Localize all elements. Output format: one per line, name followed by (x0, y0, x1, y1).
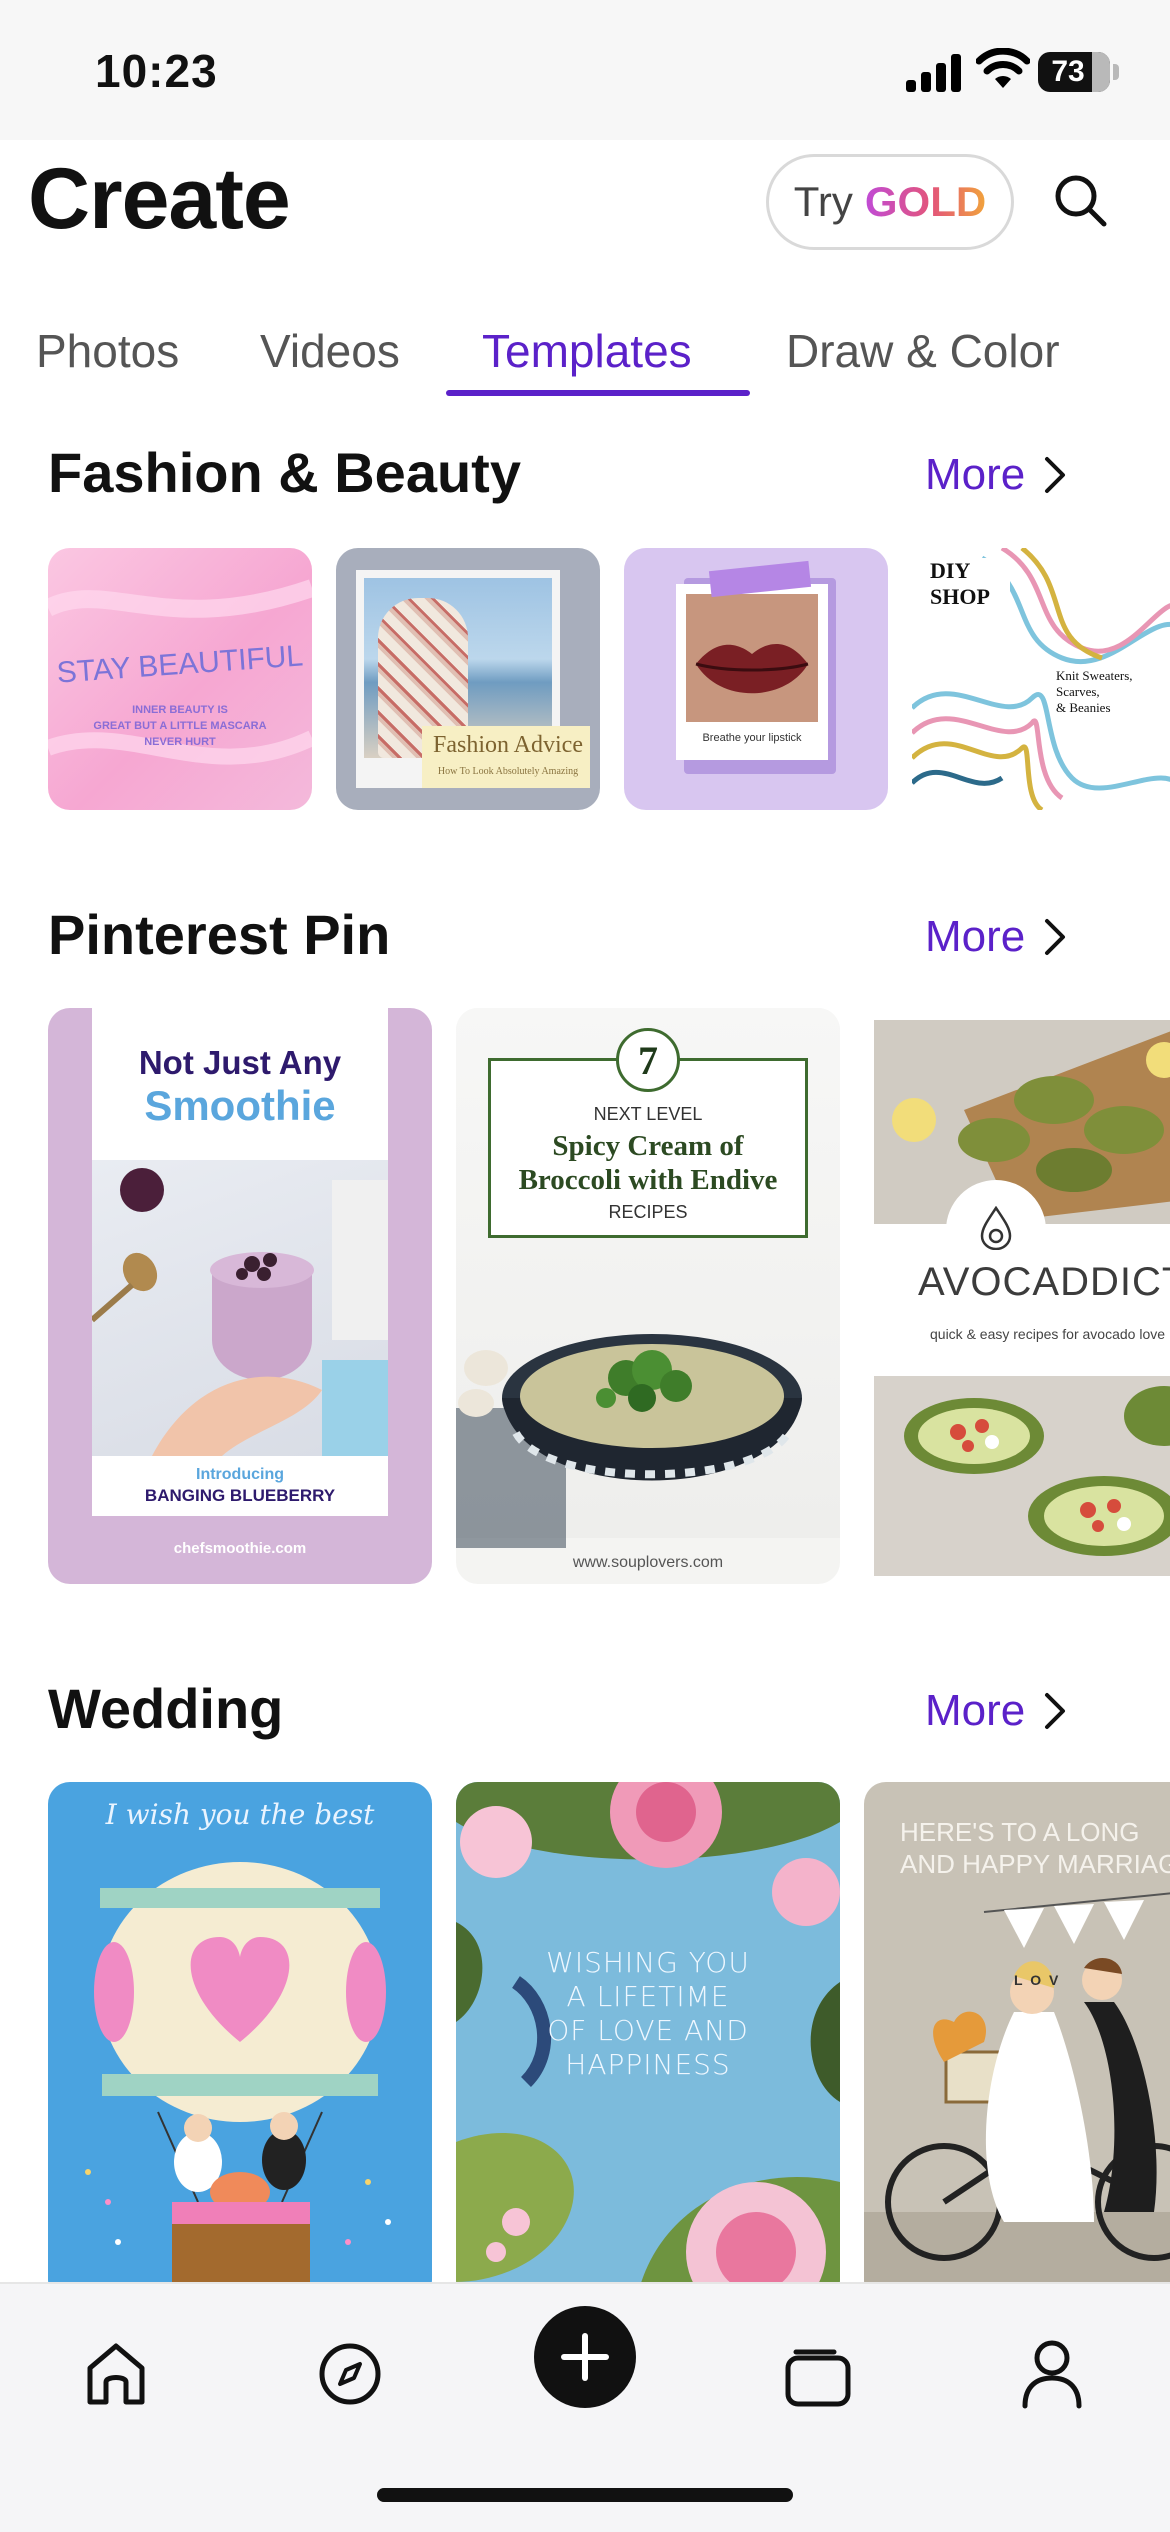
tab-videos[interactable]: Videos (260, 324, 400, 378)
more-label: More (925, 450, 1026, 499)
section-title-fashion-beauty: Fashion & Beauty (48, 441, 521, 504)
page-title: Create (28, 151, 291, 247)
battery-tip (1113, 64, 1119, 80)
card-caption: Breathe your lipstick (702, 732, 802, 744)
header: Create Try GOLD (0, 140, 1170, 280)
card-headline: Broccoli with Endive (518, 1164, 778, 1196)
card-text: RECIPES (608, 1202, 688, 1222)
tab-templates[interactable]: Templates (482, 324, 692, 378)
template-card-lipstick[interactable]: Breathe your lipstick (624, 548, 888, 810)
card-text-line: Scarves, (1056, 684, 1100, 699)
chevron-right-icon (1045, 919, 1066, 955)
battery-level: 73 (1051, 55, 1085, 88)
card-text: INNER BEAUTY IS (132, 704, 228, 716)
card-text: NEVER HURT (144, 736, 216, 748)
card-text-line: Knit Sweaters, (1056, 668, 1133, 683)
more-button-wedding[interactable]: More (925, 1686, 1067, 1736)
card-headline: Fashion Advice (433, 732, 583, 758)
balloon-illustration (85, 1862, 391, 2292)
template-card-diy-shop[interactable]: DIY SHOP Knit Sweaters, Scarves, & Beani… (912, 548, 1170, 810)
try-gold-button[interactable]: Try GOLD (766, 154, 1014, 250)
template-card-smoothie[interactable]: Not Just Any Smoothie Introducing BANGIN… (48, 1008, 432, 1584)
card-text-line: & Beanies (1056, 700, 1111, 715)
battery-icon: 73 (1038, 52, 1110, 92)
nav-explore[interactable] (300, 2324, 400, 2424)
card-text: NEXT LEVEL (593, 1104, 703, 1124)
card-headline-line: SHOP (930, 584, 990, 609)
card-text: GREAT BUT A LITTLE MASCARA (93, 720, 267, 732)
plus-icon (561, 2333, 609, 2381)
status-bar: 10:23 73 (0, 0, 1170, 140)
card-text-line: OF LOVE AND (547, 2014, 749, 2047)
home-icon (87, 2343, 145, 2405)
card-text: Knit Sweaters, Scarves, & Beanies (1056, 668, 1168, 716)
photo-smoothie (90, 1160, 388, 1456)
chevron-right-icon (1045, 457, 1066, 493)
card-text-line: AND HAPPY MARRIAGE (900, 1849, 1170, 1879)
card-text: BANGING BLUEBERRY (144, 1486, 336, 1505)
wifi-icon (976, 48, 1030, 88)
card-subtitle: How To Look Absolutely Amazing (437, 766, 579, 777)
card-text-line: HAPPINESS (565, 2048, 731, 2081)
search-icon[interactable] (1050, 170, 1110, 230)
gold-label: GOLD (864, 178, 987, 225)
card-headline-line: DIY (930, 558, 971, 583)
tab-draw-and-color[interactable]: Draw & Color (786, 324, 1060, 378)
photo-soup-bowl (456, 1334, 802, 1548)
card-text-block: HERE'S TO A LONG AND HAPPY MARRIAGE (900, 1816, 1170, 1880)
nav-create-button[interactable] (534, 2306, 636, 2408)
card-text-line: HERE'S TO A LONG (900, 1817, 1140, 1847)
card-subtitle: quick & easy recipes for avocado love (930, 1326, 1166, 1342)
category-tabs: Photos Videos Templates Draw & Color (0, 300, 1170, 400)
more-label: More (925, 912, 1026, 961)
card-text-line: A LIFETIME (566, 1980, 730, 2013)
stack-icon (785, 2349, 851, 2407)
avocado-icon (980, 1206, 1012, 1250)
card-footer: www.souplovers.com (572, 1554, 724, 1571)
tab-photos[interactable]: Photos (36, 324, 179, 378)
card-text-line: WISHING YOU (546, 1946, 750, 1979)
template-card-avocaddicte[interactable]: AVOCADDICTE quick & easy recipes for avo… (874, 1020, 1170, 1576)
card-headline: DIY SHOP (930, 558, 1010, 610)
nav-home[interactable] (66, 2324, 166, 2424)
section-title-pinterest-pin: Pinterest Pin (48, 903, 391, 966)
template-card-bicycle-couple[interactable]: HERE'S TO A LONG AND HAPPY MARRIAGE L O … (864, 1782, 1170, 2302)
section-title-wedding: Wedding (48, 1677, 284, 1740)
template-card-fashion-advice[interactable]: Fashion Advice How To Look Absolutely Am… (336, 548, 600, 810)
bicycle-couple-illustration (864, 1892, 1170, 2302)
compass-icon (319, 2343, 381, 2405)
more-button-pinterest-pin[interactable]: More (925, 912, 1067, 962)
photo-stuffed-avocado (874, 1376, 1170, 1576)
card-headline: Not Just Any (138, 1044, 342, 1081)
cellular-signal-icon (906, 52, 962, 92)
home-indicator (377, 2488, 793, 2502)
create-screen: 10:23 73 Create Try GOLD Photos Videos T… (0, 0, 1170, 2532)
template-card-stay-beautiful[interactable]: STAY BEAUTIFUL INNER BEAUTY IS GREAT BUT… (48, 548, 312, 810)
profile-icon (1022, 2340, 1082, 2409)
photo-lips (686, 594, 818, 722)
template-card-hot-air-balloon[interactable]: I wish you the best (48, 1782, 432, 2302)
more-button-fashion-beauty[interactable]: More (925, 450, 1067, 500)
template-card-floral-wishes[interactable]: WISHING YOU A LIFETIME OF LOVE AND HAPPI… (456, 1782, 840, 2302)
card-headline: Smoothie (144, 1082, 336, 1129)
try-label: Try (793, 178, 853, 225)
banner-text: L O V (1014, 1972, 1061, 1988)
status-time: 10:23 (95, 45, 218, 97)
card-headline: I wish you the best (105, 1798, 375, 1831)
recipe-number-badge: 7 (616, 1028, 680, 1092)
card-headline: Spicy Cream of (552, 1130, 744, 1162)
card-headline: AVOCADDICTE (918, 1260, 1170, 1304)
nav-projects[interactable] (768, 2324, 868, 2424)
template-card-broccoli-soup[interactable]: 7 NEXT LEVEL Spicy Cream of Broccoli wit… (456, 1008, 840, 1584)
chevron-right-icon (1045, 1693, 1066, 1729)
card-text: Introducing (196, 1466, 284, 1483)
card-text-block: WISHING YOU A LIFETIME OF LOVE AND HAPPI… (456, 1946, 840, 2082)
nav-profile[interactable] (1002, 2324, 1102, 2424)
card-footer: chefsmoothie.com (173, 1540, 307, 1557)
more-label: More (925, 1686, 1026, 1735)
active-tab-indicator (446, 390, 750, 396)
